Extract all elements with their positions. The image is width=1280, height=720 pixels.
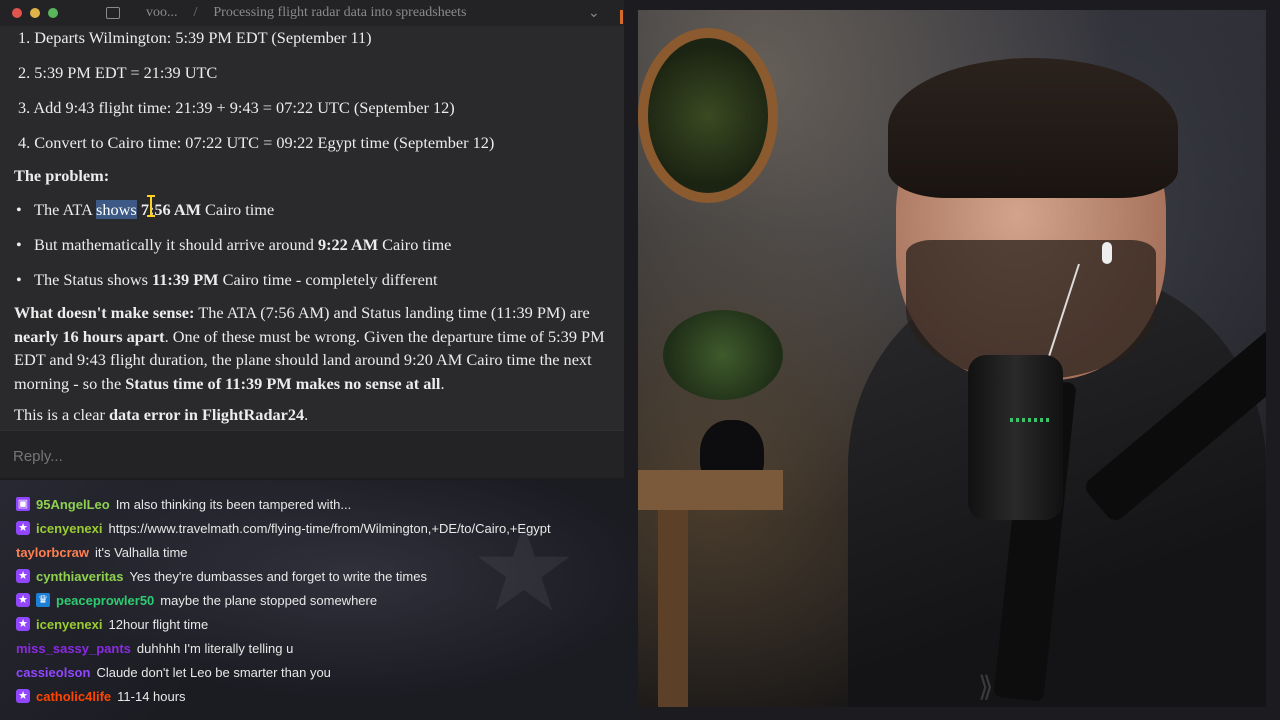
chat-message: ★ cynthiaveritas Yes they're dumbasses and…: [16, 566, 427, 586]
chat-message: ★ catholic4life 11-14 hours: [16, 686, 186, 706]
list-item: 3. Add 9:43 flight time: 21:39 + 9:43 = …: [18, 98, 455, 117]
list-item: 4. Convert to Cairo time: 07:22 UTC = 09…: [18, 133, 495, 152]
chat-username[interactable]: miss_sassy_pants: [16, 641, 131, 656]
bullet-text: Cairo time: [200, 200, 275, 219]
star-badge-icon[interactable]: ★: [16, 593, 30, 607]
breadcrumb-separator: /: [193, 5, 198, 20]
minimize-window-icon[interactable]: [30, 8, 40, 18]
bullet-text: The Status shows: [34, 270, 153, 289]
star-badge-icon[interactable]: ★: [16, 569, 30, 583]
conversation-title[interactable]: Processing flight radar data into spread…: [213, 5, 466, 21]
chat-username[interactable]: 95AngelLeo: [36, 497, 110, 512]
webcam-feed: ⟫: [638, 10, 1266, 707]
microphone: [968, 355, 1063, 520]
chat-message: cassieolson Claude don't let Leo be smart…: [16, 662, 331, 682]
conclusion-paragraph: This is a clear data error in FlightRada…: [14, 403, 612, 427]
maximize-window-icon[interactable]: [48, 8, 58, 18]
bonsai-plant: [663, 310, 783, 400]
mic-level-indicator: [1010, 418, 1050, 422]
text-selection[interactable]: shows: [96, 200, 137, 219]
chat-text: maybe the plane stopped somewhere: [160, 592, 378, 608]
bullet-text: Cairo time - completely different: [218, 270, 438, 289]
crown-badge-icon[interactable]: ♛: [36, 593, 50, 607]
list-item: 1. Departs Wilmington: 5:39 PM EDT (Sept…: [18, 28, 372, 47]
chat-message: ★ icenyenexi https://www.travelmath.com/fl…: [16, 518, 551, 538]
chat-text: Im also thinking its been tampered with.…: [115, 496, 352, 512]
bullet-bold-time: 9:22 AM: [317, 235, 379, 254]
paragraph-bold: nearly 16 hours apart: [14, 326, 165, 346]
chat-message: taylorbcraw it's Valhalla time: [16, 542, 188, 562]
window-titlebar: voo... / Processing flight radar data in…: [0, 0, 624, 26]
twitch-chat-overlay: ★ ▣ 95AngelLeo Im also thinking its been t…: [0, 480, 638, 720]
shelf: [638, 470, 783, 510]
shelf-leg: [658, 510, 688, 707]
paragraph-bold: data error in FlightRadar24: [108, 405, 305, 424]
paragraph-text: This is a clear: [14, 405, 109, 424]
chat-username[interactable]: taylorbcraw: [16, 545, 89, 560]
chat-text: Yes they're dumbasses and forget to writ…: [129, 568, 427, 584]
paragraph-text: .: [304, 405, 309, 424]
chat-text: duhhhh I'm literally telling u: [136, 640, 294, 656]
star-badge-icon[interactable]: ★: [16, 689, 30, 703]
chat-username[interactable]: cassieolson: [16, 665, 90, 680]
bullet-text: The ATA: [34, 200, 97, 219]
chat-text: it's Valhalla time: [94, 544, 188, 560]
accent-indicator: [620, 10, 623, 24]
problem-heading: The problem:: [14, 166, 110, 185]
wall-planter: [638, 28, 778, 203]
chat-text: 11-14 hours: [117, 688, 186, 704]
star-badge-icon[interactable]: ★: [16, 617, 30, 631]
chat-message: miss_sassy_pants duhhhh I'm literally tel…: [16, 638, 293, 658]
list-item: The Status shows 11:39 PM Cairo time - c…: [16, 270, 438, 290]
chat-message: ★ icenyenexi 12hour flight time: [16, 614, 208, 634]
list-item: 2. 5:39 PM EDT = 21:39 UTC: [18, 63, 218, 82]
list-item: But mathematically it should arrive arou…: [16, 235, 452, 255]
claude-chat-window: voo... / Processing flight radar data in…: [0, 0, 624, 478]
brand-logo-icon: ⟫: [978, 671, 994, 702]
close-window-icon[interactable]: [12, 8, 22, 18]
chat-text: https://www.travelmath.com/flying-time/f…: [108, 520, 551, 536]
text-cursor-icon: [147, 195, 155, 217]
streamer-hair: [888, 58, 1178, 198]
chat-username[interactable]: peaceprowler50: [56, 593, 154, 608]
paragraph-text: The ATA (7:56 AM) and Status landing tim…: [194, 303, 590, 322]
prime-badge-icon[interactable]: ▣: [16, 497, 30, 511]
bullet-text: But mathematically it should arrive arou…: [34, 235, 318, 254]
star-badge-icon[interactable]: ★: [16, 521, 30, 535]
chat-username[interactable]: cynthiaveritas: [36, 569, 123, 584]
breadcrumb-project[interactable]: voo...: [146, 5, 178, 21]
chat-username[interactable]: icenyenexi: [36, 521, 103, 536]
bullet-bold-time: 11:39 PM: [152, 270, 219, 289]
chat-message: ★ ♛ peaceprowler50 maybe the plane stopped …: [16, 590, 377, 610]
chat-username[interactable]: icenyenexi: [36, 617, 103, 632]
reply-bar: [0, 430, 624, 478]
analysis-paragraph: What doesn't make sense: The ATA (7:56 A…: [14, 301, 612, 395]
chat-text: 12hour flight time: [108, 616, 209, 632]
paragraph-lead: What doesn't make sense:: [14, 303, 195, 322]
chat-message: ▣ 95AngelLeo Im also thinking its been tam…: [16, 494, 351, 514]
bullet-text: Cairo time: [378, 235, 452, 254]
sidebar-toggle-icon[interactable]: [106, 7, 120, 19]
paragraph-text: .: [440, 373, 445, 393]
earbud: [1102, 242, 1112, 264]
chat-text: Claude don't let Leo be smarter than you: [96, 664, 331, 680]
reply-input[interactable]: [13, 448, 593, 465]
chat-username[interactable]: catholic4life: [36, 689, 111, 704]
chevron-down-icon[interactable]: ⌄: [588, 4, 600, 21]
paragraph-bold: Status time of 11:39 PM makes no sense a…: [125, 373, 441, 393]
